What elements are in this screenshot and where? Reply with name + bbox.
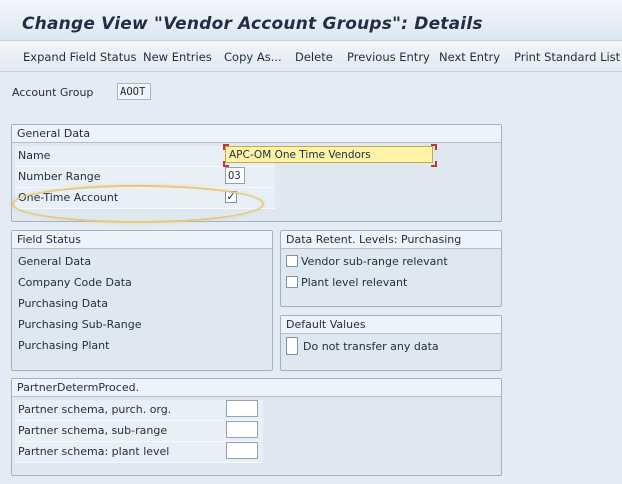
general-data-title: General Data <box>17 127 91 140</box>
next-entry-button[interactable]: Next Entry <box>439 50 500 64</box>
field-status-item[interactable]: Company Code Data <box>18 276 132 289</box>
data-retent-group: Data Retent. Levels: Purchasing <box>280 230 502 307</box>
expand-field-status-button[interactable]: Expand Field Status <box>23 50 137 64</box>
general-data-header: General Data <box>12 125 501 143</box>
field-status-item[interactable]: General Data <box>18 255 91 268</box>
number-range-label: Number Range <box>18 170 101 183</box>
name-label: Name <box>18 149 51 162</box>
print-standard-list-button[interactable]: Print Standard List <box>514 50 620 64</box>
partner-schema-purch-org-label: Partner schema, purch. org. <box>18 403 172 416</box>
required-marker-top-left <box>223 144 229 150</box>
default-values-title: Default Values <box>286 318 366 331</box>
partner-determination-title: PartnerDetermProced. <box>17 381 140 394</box>
number-range-input[interactable]: O3 <box>225 167 245 184</box>
name-input[interactable]: APC-OM One Time Vendors <box>225 146 433 163</box>
previous-entry-button[interactable]: Previous Entry <box>347 50 430 64</box>
plant-level-label: Plant level relevant <box>301 276 408 289</box>
field-status-item[interactable]: Purchasing Data <box>18 297 108 310</box>
data-retent-header: Data Retent. Levels: Purchasing <box>281 231 501 249</box>
partner-schema-plant-input[interactable] <box>226 442 258 459</box>
partner-schema-purch-org-input[interactable] <box>226 400 258 417</box>
copy-as-button[interactable]: Copy As... <box>224 50 282 64</box>
field-status-title: Field Status <box>17 233 81 246</box>
account-group-label: Account Group <box>12 86 94 99</box>
field-status-item[interactable]: Purchasing Plant <box>18 339 109 352</box>
partner-schema-subrange-input[interactable] <box>226 421 258 438</box>
do-not-transfer-label: Do not transfer any data <box>303 340 439 353</box>
partner-determination-header: PartnerDetermProced. <box>12 379 501 397</box>
partner-schema-subrange-label: Partner schema, sub-range <box>18 424 168 437</box>
plant-level-checkbox[interactable] <box>286 276 298 288</box>
field-status-header: Field Status <box>12 231 272 249</box>
field-status-item[interactable]: Purchasing Sub-Range <box>18 318 141 331</box>
default-values-header: Default Values <box>281 316 501 334</box>
required-marker-top-right <box>431 144 437 150</box>
delete-button[interactable]: Delete <box>295 50 333 64</box>
vendor-subrange-checkbox[interactable] <box>286 255 298 267</box>
page-title: Change View "Vendor Account Groups": Det… <box>22 14 483 34</box>
do-not-transfer-checkbox[interactable] <box>286 337 298 355</box>
partner-schema-plant-label: Partner schema: plant level <box>18 445 170 458</box>
vendor-subrange-label: Vendor sub-range relevant <box>301 255 448 268</box>
data-retent-title: Data Retent. Levels: Purchasing <box>286 233 462 246</box>
new-entries-button[interactable]: New Entries <box>143 50 212 64</box>
title-bar: Change View "Vendor Account Groups": Det… <box>0 0 622 41</box>
application-toolbar: Expand Field Status New Entries Copy As.… <box>0 41 622 72</box>
required-marker-bottom-right <box>431 161 437 167</box>
highlight-ellipse <box>12 185 264 223</box>
account-group-field[interactable]: AOOT <box>117 83 151 100</box>
